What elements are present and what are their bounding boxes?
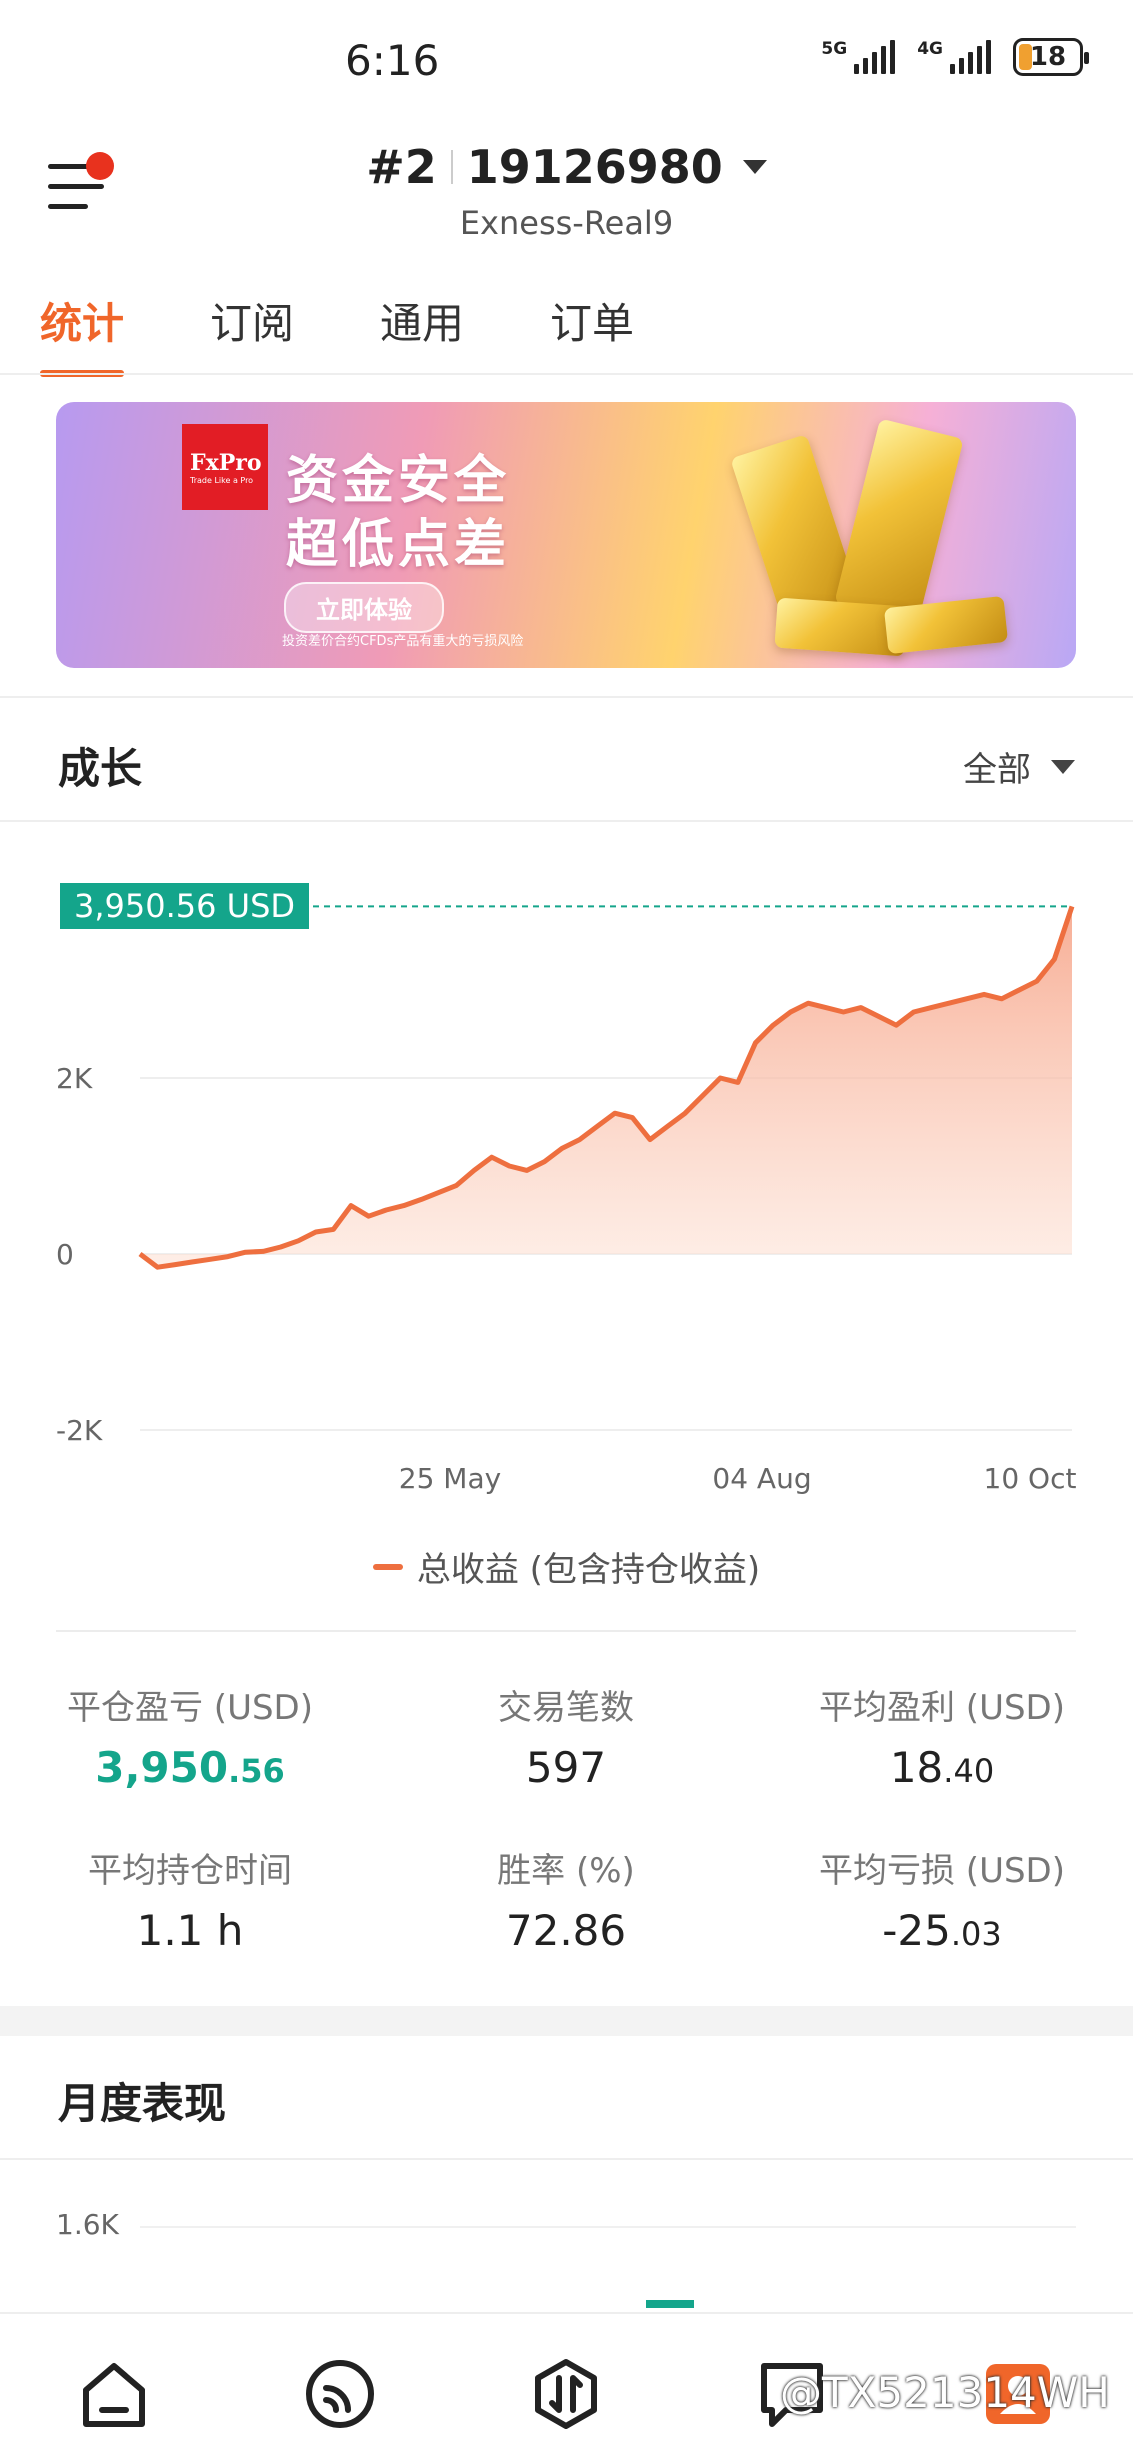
gold-bar-image xyxy=(834,418,964,624)
monthly-performance-title: 月度表现 xyxy=(58,2079,227,2128)
banner-disclaimer: 投资差价合约CFDs产品有重大的亏损风险 xyxy=(282,634,524,649)
battery-icon: 18 xyxy=(1013,38,1089,76)
tab-bar: 统计 订阅 通用 订单 xyxy=(40,290,634,377)
stat-win-rate: 胜率 (%) 72.86 xyxy=(497,1851,635,1955)
status-icons: 5G 4G 18 xyxy=(821,38,1089,76)
legend-swatch xyxy=(372,1563,403,1570)
x-tick-label: 04 Aug xyxy=(712,1462,811,1495)
tab-orders[interactable]: 订单 xyxy=(550,290,634,377)
stat-avg-loss: 平均亏损 (USD) -25.03 xyxy=(819,1851,1065,1955)
signal-5g-icon: 5G xyxy=(821,40,896,74)
promo-banner[interactable]: FxPro Trade Like a Pro 资金安全 超低点差 立即体验 投资… xyxy=(56,402,1076,668)
y-tick-label: -2K xyxy=(56,1414,103,1447)
fxpro-logo: FxPro Trade Like a Pro xyxy=(182,424,268,510)
legend-label: 总收益 (包含持仓收益) xyxy=(416,1550,761,1590)
home-icon[interactable] xyxy=(76,2356,152,2432)
watermark: @TX521314WH xyxy=(780,2368,1110,2417)
series-area xyxy=(140,906,1072,1268)
trade-icon[interactable] xyxy=(528,2356,604,2432)
stat-avg-hold-time: 平均持仓时间 1.1 h xyxy=(88,1851,292,1955)
stat-avg-profit: 平均盈利 (USD) 18.40 xyxy=(819,1688,1065,1792)
current-value-tag: 3,950.56 USD xyxy=(60,883,310,930)
account-server: Exness-Real9 xyxy=(459,204,674,242)
account-number: #2 xyxy=(366,140,437,194)
status-time: 6:16 xyxy=(345,36,440,85)
monthly-ytick: 1.6K xyxy=(56,2208,119,2241)
tab-subscription[interactable]: 订阅 xyxy=(210,290,294,377)
signal-4g-icon: 4G xyxy=(917,40,991,74)
account-header: #2 19126980 Exness-Real9 xyxy=(0,140,1133,242)
chart-legend: 总收益 (包含持仓收益) xyxy=(0,1542,1133,1591)
account-selector[interactable]: #2 19126980 xyxy=(366,140,767,194)
x-tick-label: 25 May xyxy=(399,1462,501,1495)
feed-icon[interactable] xyxy=(302,2356,378,2432)
monthly-bar xyxy=(646,2300,694,2308)
x-tick-label: 10 Oct xyxy=(984,1462,1077,1495)
stat-trade-count: 交易笔数 597 xyxy=(498,1688,634,1792)
account-id: 19126980 xyxy=(466,140,723,194)
growth-chart: 2K 0 -2K 25 May 04 Aug 10 Oct xyxy=(56,905,1077,1495)
tab-statistics[interactable]: 统计 xyxy=(40,290,125,377)
banner-cta-button[interactable]: 立即体验 xyxy=(284,582,444,633)
stat-closed-pnl: 平仓盈亏 (USD) 3,950.56 xyxy=(67,1688,313,1792)
banner-headline-2: 超低点差 xyxy=(286,515,511,575)
range-selector[interactable]: 全部 xyxy=(963,742,1075,791)
chevron-down-icon xyxy=(1051,759,1075,774)
tab-general[interactable]: 通用 xyxy=(380,290,464,377)
y-tick-label: 2K xyxy=(56,1062,93,1095)
y-tick-label: 0 xyxy=(56,1238,74,1271)
growth-title: 成长 xyxy=(58,744,143,793)
chevron-down-icon xyxy=(742,160,767,174)
